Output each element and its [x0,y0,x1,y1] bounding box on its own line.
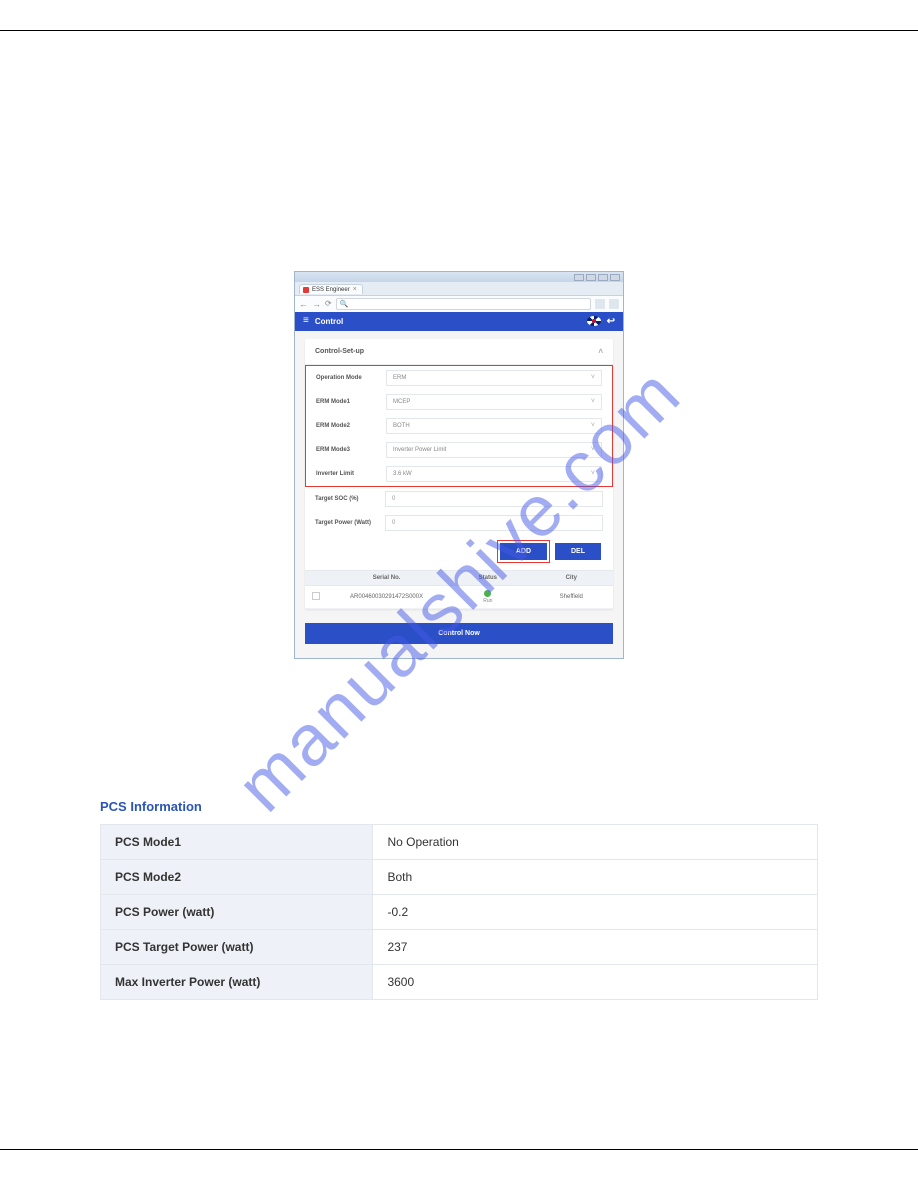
pcs-section: PCS Information PCS Mode1 No Operation P… [70,799,848,1000]
button-row: ADD DEL [305,535,613,570]
label-operation-mode: Operation Mode [316,375,386,381]
label-inverter-limit: Inverter Limit [316,471,386,477]
chevron-down-icon: ˅ [591,470,595,477]
value-inverter-limit: 3.6 kW [393,471,412,477]
tab-title: ESS Engineer [312,287,350,293]
browser-tab[interactable]: ESS Engineer × [299,284,363,294]
add-button[interactable]: ADD [500,543,547,560]
row-inverter-limit: Inverter Limit 3.6 kW ˅ [306,462,612,486]
label-target-power: Target Power (Watt) [315,520,385,526]
value-target-power: 0 [392,520,395,526]
card-header[interactable]: Control-Set-up ˄ [305,339,613,365]
pcs-label-mode1: PCS Mode1 [101,824,373,859]
value-operation-mode: ERM [393,375,406,381]
app-body: ≡ Control ↩ Control-Set-up ˄ [295,312,623,658]
input-target-soc[interactable]: 0 [385,491,603,507]
table-row: Max Inverter Power (watt) 3600 [101,964,818,999]
chevron-down-icon: ˅ [591,398,595,405]
window-minimize-icon[interactable] [574,274,584,281]
th-serial: Serial No. [327,571,446,585]
tab-favicon-icon [303,287,309,293]
row-operation-mode: Operation Mode ERM ˅ [306,366,612,390]
label-target-soc: Target SOC (%) [315,496,385,502]
del-button[interactable]: DEL [555,543,601,560]
table-row: PCS Mode1 No Operation [101,824,818,859]
browser-tab-bar: ESS Engineer × [295,282,623,295]
card-title: Control-Set-up [315,348,364,355]
pcs-label-mode2: PCS Mode2 [101,859,373,894]
control-now-button[interactable]: Control Now [305,623,613,644]
pcs-value-power: -0.2 [373,894,818,929]
table-row: PCS Mode2 Both [101,859,818,894]
pcs-value-target-power: 237 [373,929,818,964]
pcs-label-target-power: PCS Target Power (watt) [101,929,373,964]
chevron-up-icon: ˄ [598,347,603,356]
screenshot-panel: ESS Engineer × ← → ⟳ 🔍 ≡ Control [294,271,624,659]
chevron-down-icon: ˅ [591,374,595,381]
select-erm-mode2[interactable]: BOTH ˅ [386,418,602,434]
toolbar-extension-icon[interactable] [595,299,605,309]
table-header: Serial No. Status City [305,570,613,586]
select-erm-mode3[interactable]: Inverter Power Limit ˅ [386,442,602,458]
input-target-power[interactable]: 0 [385,515,603,531]
label-erm-mode1: ERM Mode1 [316,399,386,405]
pcs-value-mode1: No Operation [373,824,818,859]
hamburger-icon[interactable]: ≡ [303,316,309,326]
label-erm-mode3: ERM Mode3 [316,447,386,453]
th-city: City [530,571,613,585]
highlighted-form-group: Operation Mode ERM ˅ ERM Mode1 MCEP [305,365,613,487]
select-erm-mode1[interactable]: MCEP ˅ [386,394,602,410]
row-target-soc: Target SOC (%) 0 [305,487,613,511]
pcs-title: PCS Information [100,799,818,814]
status-dot-icon [484,590,491,597]
url-input[interactable]: 🔍 [336,298,591,310]
pcs-label-power: PCS Power (watt) [101,894,373,929]
value-erm-mode1: MCEP [393,399,410,405]
row-checkbox[interactable] [312,592,320,600]
app-header: ≡ Control ↩ [295,312,623,331]
pcs-value-max-inverter: 3600 [373,964,818,999]
cell-serial: AR00460030291472S000X [327,590,446,604]
th-status: Status [446,571,529,585]
status-text: Run [483,598,492,604]
row-erm-mode1: ERM Mode1 MCEP ˅ [306,390,612,414]
select-operation-mode[interactable]: ERM ˅ [386,370,602,386]
value-target-soc: 0 [392,496,395,502]
browser-toolbar: ← → ⟳ 🔍 [295,295,623,312]
window-restore-icon[interactable] [598,274,608,281]
row-erm-mode3: ERM Mode3 Inverter Power Limit ˅ [306,438,612,462]
window-close-icon[interactable] [610,274,620,281]
reload-icon[interactable]: ⟳ [325,299,332,308]
flag-uk-icon[interactable] [587,316,601,326]
table-row: PCS Target Power (watt) 237 [101,929,818,964]
status-indicator: Run [452,590,523,604]
row-target-power: Target Power (Watt) 0 [305,511,613,535]
window-maximize-icon[interactable] [586,274,596,281]
app-title: Control [315,317,343,326]
nav-forward-icon[interactable]: → [312,299,321,309]
table-row: PCS Power (watt) -0.2 [101,894,818,929]
value-erm-mode3: Inverter Power Limit [393,447,446,453]
chevron-down-icon: ˅ [591,422,595,429]
value-erm-mode2: BOTH [393,423,410,429]
pcs-value-mode2: Both [373,859,818,894]
select-inverter-limit[interactable]: 3.6 kW ˅ [386,466,602,482]
search-icon: 🔍 [340,300,349,308]
row-erm-mode2: ERM Mode2 BOTH ˅ [306,414,612,438]
cell-city: Sheffield [530,590,613,604]
document-page: manualshive.com ESS Engineer × ← → ⟳ [0,30,918,1150]
browser-window: ESS Engineer × ← → ⟳ 🔍 ≡ Control [294,271,624,659]
label-erm-mode2: ERM Mode2 [316,423,386,429]
control-card: Control-Set-up ˄ Operation Mode ERM ˅ [305,339,613,609]
toolbar-menu-icon[interactable] [609,299,619,309]
pcs-table: PCS Mode1 No Operation PCS Mode2 Both PC… [100,824,818,1000]
nav-back-icon[interactable]: ← [299,299,308,309]
window-title-bar [295,272,623,282]
tab-close-icon[interactable]: × [353,286,357,293]
table-row[interactable]: AR00460030291472S000X Run Sheffield [305,586,613,609]
form-area: Operation Mode ERM ˅ ERM Mode1 MCEP [305,365,613,609]
chevron-down-icon: ˅ [591,446,595,453]
logout-icon[interactable]: ↩ [607,316,615,327]
pcs-label-max-inverter: Max Inverter Power (watt) [101,964,373,999]
